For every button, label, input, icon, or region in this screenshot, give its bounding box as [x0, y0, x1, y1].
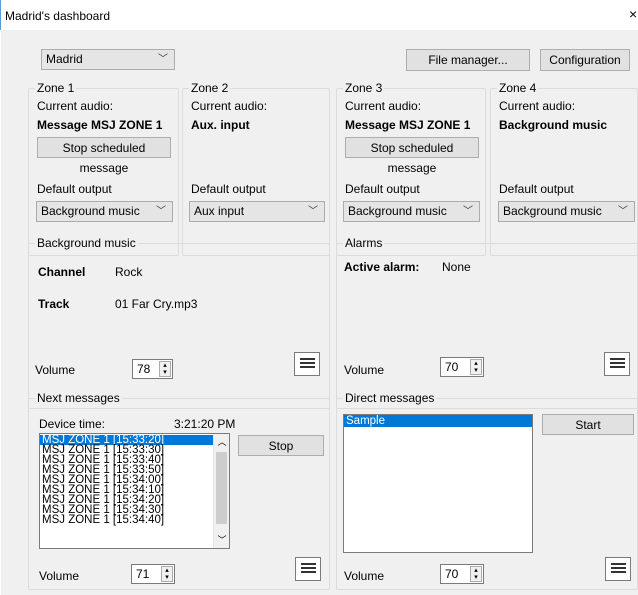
device-time-label: Device time:	[39, 417, 106, 431]
spin-updown-icon[interactable]: ▴ ▾	[161, 566, 173, 582]
zone-2-group: Zone 2 Current audio: Aux. input Default…	[182, 81, 330, 256]
list-item[interactable]: MSJ ZONE 1 [15:34:40]	[40, 514, 229, 526]
zone-3-default-output-select[interactable]: Background music ﹀	[343, 201, 480, 222]
direct-messages-volume-value: 70	[445, 567, 459, 581]
start-direct-message-button[interactable]: Start	[542, 414, 634, 435]
zone-2-default-output-select[interactable]: Aux input ﹀	[189, 201, 325, 222]
stop-next-message-button[interactable]: Stop	[238, 435, 324, 456]
spin-updown-icon[interactable]: ▴ ▾	[470, 566, 482, 582]
background-music-volume-stepper[interactable]: 78 ▴ ▾	[132, 359, 173, 379]
direct-messages-group: Direct messages Sample Start Volume 70 ▴…	[336, 391, 638, 590]
next-messages-volume-value: 71	[136, 567, 150, 581]
background-music-list-button[interactable]	[294, 352, 320, 376]
zone-3-stop-scheduled-button[interactable]: Stop scheduled message	[345, 137, 479, 175]
background-music-volume-label: Volume	[35, 363, 76, 377]
spin-updown-icon[interactable]: ▴ ▾	[159, 361, 171, 377]
direct-messages-list[interactable]: Sample	[343, 414, 533, 553]
next-messages-volume-label: Volume	[39, 569, 80, 583]
background-music-group: Background music Channel Rock Track 01 F…	[28, 236, 330, 409]
alarms-volume-stepper[interactable]: 70 ▴ ▾	[440, 357, 484, 377]
chevron-down-icon[interactable]: ﹀	[214, 532, 229, 548]
next-messages-list-button[interactable]	[295, 557, 321, 581]
zone-2-current-audio: Aux. input	[191, 118, 250, 132]
zone-1-current-audio-label: Current audio:	[37, 99, 114, 113]
spin-updown-icon[interactable]: ▴ ▾	[470, 359, 482, 375]
zone-1-legend: Zone 1	[35, 81, 77, 95]
direct-messages-list-button[interactable]	[605, 557, 631, 581]
chevron-down-icon: ﹀	[156, 206, 166, 217]
next-messages-scrollbar[interactable]: ︿ ﹀	[213, 434, 229, 548]
direct-messages-volume-label: Volume	[344, 569, 385, 583]
zone-1-current-audio: Message MSJ ZONE 1	[37, 118, 163, 132]
zone-1-stop-scheduled-button[interactable]: Stop scheduled message	[37, 137, 171, 175]
zone-2-default-output-value: Aux input	[194, 204, 245, 218]
list-icon	[301, 563, 316, 576]
background-music-volume-value: 78	[137, 362, 151, 376]
zone-1-group: Zone 1 Current audio: Message MSJ ZONE 1…	[28, 81, 179, 256]
zone-1-default-output-label: Default output	[37, 182, 112, 196]
alarms-group: Alarms Active alarm: None Volume 70 ▴ ▾	[336, 236, 638, 409]
zone-4-default-output-label: Default output	[499, 182, 574, 196]
next-messages-list[interactable]: MSJ ZONE 1 [15:33:20] MSJ ZONE 1 [15:33:…	[39, 433, 230, 549]
zone-3-current-audio-label: Current audio:	[345, 99, 422, 113]
next-messages-volume-stepper[interactable]: 71 ▴ ▾	[131, 564, 175, 584]
window-title: Madrid's dashboard	[5, 9, 111, 23]
zone-4-group: Zone 4 Current audio: Background music D…	[490, 81, 638, 256]
zone-4-current-audio: Background music	[499, 118, 608, 132]
active-alarm-value: None	[442, 260, 471, 274]
zone-3-current-audio: Message MSJ ZONE 1	[345, 118, 471, 132]
file-manager-button[interactable]: File manager...	[406, 49, 530, 71]
track-label: Track	[38, 297, 70, 311]
track-value: 01 Far Cry.mp3	[115, 297, 198, 311]
city-select[interactable]: Madrid ﹀	[41, 49, 175, 70]
zone-2-default-output-label: Default output	[191, 182, 266, 196]
chevron-up-icon[interactable]: ︿	[214, 434, 229, 450]
device-time-value: 3:21:20 PM	[174, 417, 236, 431]
zone-4-current-audio-label: Current audio:	[499, 99, 576, 113]
channel-label: Channel	[38, 265, 86, 279]
alarms-volume-value: 70	[445, 360, 459, 374]
configuration-button[interactable]: Configuration	[540, 49, 630, 71]
zone-3-default-output-label: Default output	[345, 182, 420, 196]
city-select-value: Madrid	[46, 52, 83, 66]
zone-3-group: Zone 3 Current audio: Message MSJ ZONE 1…	[336, 81, 486, 256]
list-item[interactable]: Sample	[344, 415, 532, 427]
alarms-list-button[interactable]	[604, 352, 630, 376]
title-bar: Madrid's dashboard ×	[0, 0, 638, 30]
direct-messages-volume-stepper[interactable]: 70 ▴ ▾	[440, 564, 484, 584]
zone-1-default-output-value: Background music	[41, 204, 140, 218]
chevron-down-icon: ﹀	[618, 206, 628, 217]
alarms-volume-label: Volume	[344, 363, 385, 377]
list-icon	[611, 563, 626, 576]
background-music-legend: Background music	[35, 236, 138, 250]
list-icon	[300, 358, 315, 371]
dashboard-client: Madrid ﹀ File manager... Configuration Z…	[1, 30, 638, 595]
chevron-down-icon: ﹀	[308, 206, 318, 217]
list-icon	[610, 358, 625, 371]
zone-3-default-output-value: Background music	[348, 204, 447, 218]
chevron-down-icon: ﹀	[463, 206, 473, 217]
zone-1-default-output-select[interactable]: Background music ﹀	[36, 201, 173, 222]
zone-3-legend: Zone 3	[343, 81, 385, 95]
direct-messages-legend: Direct messages	[343, 391, 437, 405]
channel-value: Rock	[115, 265, 143, 279]
chevron-down-icon: ﹀	[158, 54, 168, 65]
zone-4-default-output-select[interactable]: Background music ﹀	[498, 201, 635, 222]
alarms-legend: Alarms	[343, 236, 385, 250]
zone-4-default-output-value: Background music	[503, 204, 602, 218]
scroll-thumb[interactable]	[216, 452, 227, 524]
zone-2-current-audio-label: Current audio:	[191, 99, 268, 113]
zone-2-legend: Zone 2	[189, 81, 231, 95]
next-messages-group: Next messages Device time: 3:21:20 PM MS…	[28, 391, 330, 590]
zone-4-legend: Zone 4	[497, 81, 539, 95]
next-messages-legend: Next messages	[35, 391, 122, 405]
close-icon[interactable]: ×	[629, 6, 637, 22]
active-alarm-label: Active alarm:	[344, 260, 420, 274]
